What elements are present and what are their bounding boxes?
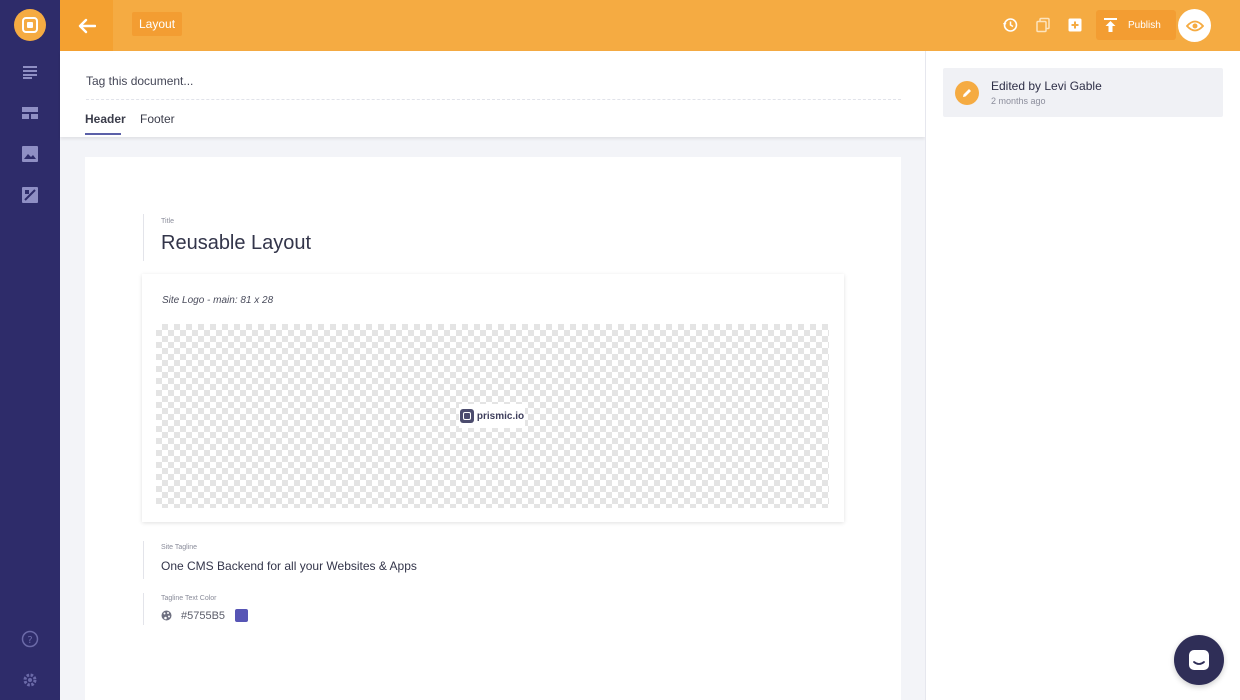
- publish-label: Publish: [1128, 19, 1161, 31]
- arrow-left-icon: [78, 18, 96, 33]
- title-field-label: Title: [161, 218, 174, 225]
- svg-text:?: ?: [27, 635, 32, 646]
- chat-support-button[interactable]: [1174, 635, 1224, 685]
- publish-button[interactable]: Publish: [1096, 10, 1176, 40]
- eye-icon: [1185, 20, 1204, 31]
- document-header: Header Footer: [60, 51, 925, 137]
- preview-button[interactable]: [1178, 9, 1211, 42]
- site-tagline-label: Site Tagline: [161, 544, 198, 551]
- pencil-icon: [955, 81, 979, 105]
- media-library-icon[interactable]: [19, 143, 41, 165]
- palette-icon[interactable]: [161, 610, 172, 621]
- slices-icon[interactable]: [19, 184, 41, 206]
- history-entry-title: Edited by Levi Gable: [991, 79, 1102, 93]
- prismic-mark-icon: [459, 409, 474, 423]
- document-title[interactable]: Layout: [132, 12, 183, 36]
- duplicate-icon[interactable]: [1032, 14, 1054, 36]
- site-logo-caption: Site Logo - main: 81 x 28: [162, 295, 274, 306]
- help-icon[interactable]: ?: [19, 628, 41, 650]
- tab-footer[interactable]: Footer: [140, 112, 175, 126]
- tagline-color-value[interactable]: #5755B5: [181, 610, 225, 622]
- history-entry[interactable]: Edited by Levi Gable 2 months ago: [943, 68, 1223, 117]
- custom-types-icon[interactable]: [19, 102, 41, 124]
- site-tagline-field[interactable]: Site Tagline One CMS Backend for all you…: [143, 541, 543, 579]
- tab-header[interactable]: Header: [85, 112, 126, 126]
- settings-gear-icon[interactable]: [19, 669, 41, 691]
- document-editor: Title Reusable Layout Site Logo - main: …: [85, 157, 901, 700]
- tagline-color-label: Tagline Text Color: [161, 595, 217, 602]
- title-field[interactable]: Title Reusable Layout: [143, 214, 543, 261]
- prismic-logo: prismic.io: [459, 404, 525, 428]
- site-logo-image[interactable]: prismic.io: [156, 324, 829, 508]
- site-tagline-value[interactable]: One CMS Backend for all your Websites & …: [161, 559, 417, 573]
- tagline-color-swatch[interactable]: [235, 609, 249, 622]
- history-icon[interactable]: [999, 14, 1021, 36]
- prismic-logo-text: prismic.io: [476, 410, 525, 422]
- title-field-value[interactable]: Reusable Layout: [161, 232, 311, 255]
- chat-icon: [1189, 650, 1209, 670]
- left-sidebar: ?: [0, 0, 60, 700]
- repo-logo-icon[interactable]: [14, 9, 46, 41]
- active-tab-indicator: [85, 133, 121, 135]
- history-panel: Edited by Levi Gable 2 months ago: [925, 51, 1240, 700]
- color-picker-row[interactable]: #5755B5: [161, 609, 249, 622]
- documents-list-icon[interactable]: [19, 61, 41, 83]
- tagline-color-field[interactable]: Tagline Text Color #5755B5: [143, 593, 343, 625]
- history-entry-time: 2 months ago: [991, 96, 1046, 106]
- top-bar: Layout Publish: [60, 0, 1240, 51]
- site-logo-field[interactable]: Site Logo - main: 81 x 28 prismic.io: [142, 274, 844, 522]
- upload-icon: [1104, 18, 1117, 32]
- back-button[interactable]: [60, 0, 113, 51]
- tag-input[interactable]: [86, 62, 901, 100]
- save-icon[interactable]: [1064, 14, 1086, 36]
